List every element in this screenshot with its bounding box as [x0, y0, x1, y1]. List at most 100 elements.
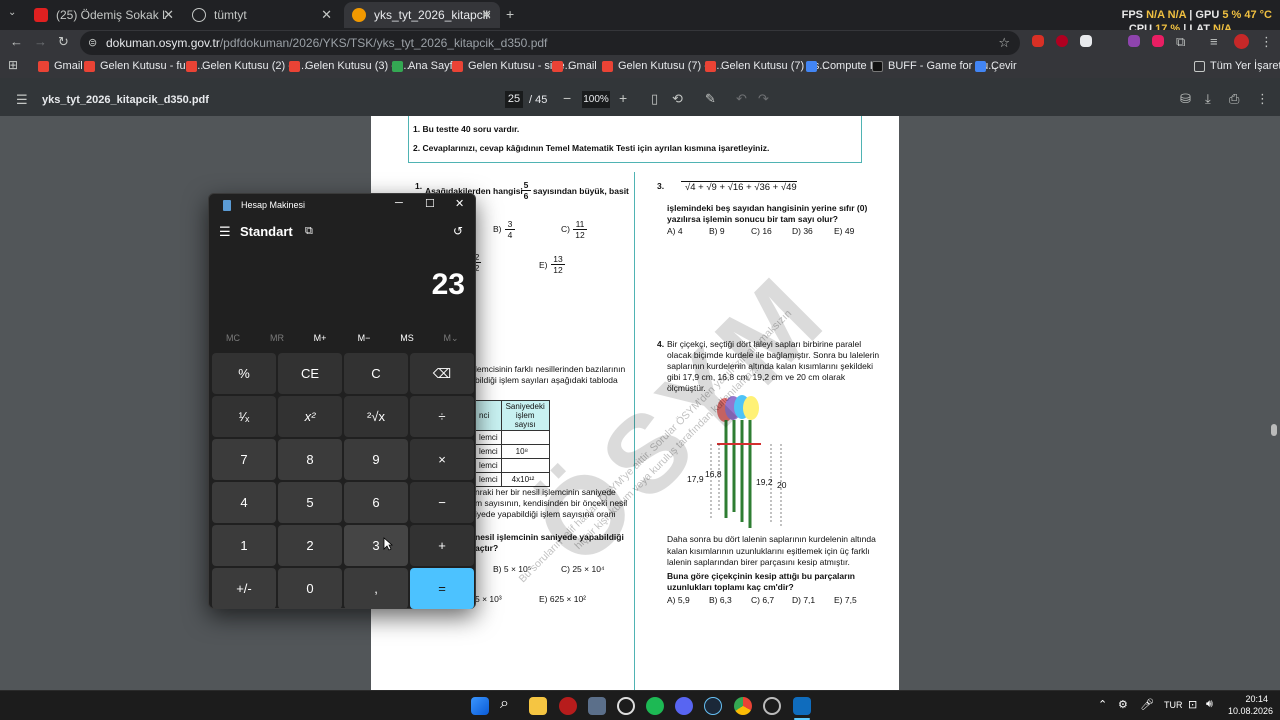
steam-icon[interactable]	[704, 697, 722, 715]
fit-page-icon[interactable]: ▯	[651, 91, 658, 107]
scrollbar-thumb[interactable]	[1271, 424, 1277, 436]
calculator-taskbar-icon[interactable]	[793, 697, 811, 715]
volume-icon[interactable]: 🔊︎	[1206, 698, 1213, 711]
minimize-icon[interactable]: ─	[395, 197, 403, 209]
memory-add-button[interactable]: M+	[300, 333, 340, 343]
reload-icon[interactable]: ↻	[58, 34, 69, 50]
redo-icon[interactable]: ↷	[758, 91, 769, 107]
menu-hamburger-icon[interactable]: ☰	[16, 92, 28, 108]
tab-tumtyt[interactable]: tümtyt ✕	[184, 2, 340, 28]
memory-clear-button[interactable]: MC	[213, 333, 253, 343]
clock-date[interactable]: 10.08.2026	[1228, 706, 1273, 716]
windows-start-icon[interactable]	[471, 697, 489, 715]
page-number-input[interactable]: 25	[505, 91, 523, 108]
drive-save-icon[interactable]: ⛁	[1180, 91, 1191, 107]
discord-icon[interactable]	[675, 697, 693, 715]
zoom-input[interactable]: 100%	[582, 91, 610, 108]
language-indicator[interactable]: TUR	[1164, 700, 1183, 710]
profile-avatar[interactable]	[1234, 34, 1249, 49]
search-icon[interactable]: ⌕	[500, 695, 509, 713]
digit-6-button[interactable]: 6	[344, 482, 408, 523]
store-icon[interactable]	[588, 697, 606, 715]
percent-button[interactable]: %	[212, 353, 276, 394]
star-icon[interactable]: ☆	[998, 31, 1010, 55]
memory-store-button[interactable]: MS	[387, 333, 427, 343]
close-icon[interactable]: ✕	[163, 7, 174, 23]
divide-button[interactable]: ÷	[410, 396, 474, 437]
square-button[interactable]: x²	[278, 396, 342, 437]
multiply-button[interactable]: ×	[410, 439, 474, 480]
memory-recall-button[interactable]: MR	[257, 333, 297, 343]
navigation-menu-icon[interactable]: ☰	[219, 224, 231, 240]
bookmark-item[interactable]: Gmail	[38, 60, 83, 72]
file-explorer-icon[interactable]	[529, 697, 547, 715]
chevron-up-icon[interactable]: ⌃	[1098, 698, 1107, 711]
digit-2-button[interactable]: 2	[278, 525, 342, 566]
download-icon[interactable]: ⤓	[1205, 91, 1211, 107]
back-icon[interactable]: ←	[10, 34, 23, 49]
subtract-button[interactable]: −	[410, 482, 474, 523]
tab-search-chevron-icon[interactable]: ⌄	[8, 7, 16, 18]
app-icon[interactable]	[763, 697, 781, 715]
spotify-icon[interactable]	[646, 697, 664, 715]
extension-icon[interactable]	[1032, 35, 1044, 47]
bookmark-item[interactable]: Compute It	[806, 60, 876, 72]
digit-4-button[interactable]: 4	[212, 482, 276, 523]
extension-icon[interactable]	[1080, 35, 1092, 47]
history-icon[interactable]: ↺	[453, 224, 463, 238]
clear-entry-button[interactable]: CE	[278, 353, 342, 394]
network-icon[interactable]: ⊡	[1188, 698, 1197, 711]
rotate-icon[interactable]: ⟲	[672, 91, 683, 107]
reading-list-icon[interactable]: ≡	[1210, 34, 1218, 49]
digit-9-button[interactable]: 9	[344, 439, 408, 480]
close-icon[interactable]: ✕	[455, 197, 464, 210]
digit-7-button[interactable]: 7	[212, 439, 276, 480]
zoom-out-icon[interactable]: −	[563, 90, 571, 106]
extension-icon[interactable]	[1056, 35, 1068, 47]
address-bar[interactable]: ⊜ dokuman.osym.gov.tr/pdfdokuman/2026/YK…	[80, 31, 1020, 55]
decimal-button[interactable]: ,	[344, 568, 408, 609]
calculator-window[interactable]: Hesap Makinesi ─ ☐ ✕ ☰ Standart ⧉ ↺ 23 M…	[208, 193, 476, 609]
more-options-icon[interactable]: ⋮	[1256, 91, 1269, 107]
memory-subtract-button[interactable]: M−	[344, 333, 384, 343]
site-info-icon[interactable]: ⊜	[88, 31, 97, 55]
digit-3-button[interactable]: 3	[344, 525, 408, 566]
negate-button[interactable]: +/-	[212, 568, 276, 609]
scrollbar[interactable]	[1271, 120, 1277, 686]
backspace-button[interactable]: ⌫	[410, 353, 474, 394]
print-icon[interactable]: ⎙	[1229, 91, 1239, 107]
forward-icon[interactable]: →	[34, 34, 47, 49]
zoom-in-icon[interactable]: +	[619, 90, 627, 106]
apps-grid-icon[interactable]: ⊞	[8, 58, 18, 72]
extension-icon[interactable]	[1128, 35, 1140, 47]
all-bookmarks-folder[interactable]: Tüm Yer İşaretleri	[1194, 60, 1280, 72]
equals-button[interactable]: =	[410, 568, 474, 609]
bookmark-item[interactable]: Gmail	[552, 60, 597, 72]
chrome-icon[interactable]	[734, 697, 752, 715]
keep-on-top-icon[interactable]: ⧉	[305, 225, 313, 238]
reciprocal-button[interactable]: ¹⁄ₓ	[212, 396, 276, 437]
microphone-icon[interactable]: 🎤︎	[1140, 698, 1154, 711]
digit-5-button[interactable]: 5	[278, 482, 342, 523]
clear-button[interactable]: C	[344, 353, 408, 394]
settings-gear-icon[interactable]	[617, 697, 635, 715]
annotate-icon[interactable]: ✎	[705, 91, 716, 107]
app-icon[interactable]	[559, 697, 577, 715]
bookmark-item[interactable]: Ana Sayfa	[392, 60, 459, 72]
add-button[interactable]: +	[410, 525, 474, 566]
maximize-icon[interactable]: ☐	[425, 197, 435, 210]
undo-icon[interactable]: ↶	[736, 91, 747, 107]
digit-1-button[interactable]: 1	[212, 525, 276, 566]
close-icon[interactable]: ✕	[481, 7, 492, 23]
new-tab-icon[interactable]: +	[506, 6, 514, 22]
digit-8-button[interactable]: 8	[278, 439, 342, 480]
tab-youtube[interactable]: (25) Ödemiş Sokak Lezzetleri | ✕	[26, 2, 182, 28]
close-icon[interactable]: ✕	[321, 7, 332, 23]
tab-pdf[interactable]: yks_tyt_2026_kitapcik_d350.pdf ✕	[344, 2, 500, 28]
tray-app-icon[interactable]: ⚙	[1118, 698, 1128, 711]
clock-time[interactable]: 20:14	[1228, 694, 1268, 704]
extensions-puzzle-icon[interactable]: ⧉	[1176, 34, 1185, 50]
menu-kebab-icon[interactable]: ⋮	[1260, 34, 1273, 50]
memory-list-button[interactable]: M⌄	[431, 333, 471, 344]
square-root-button[interactable]: ²√x	[344, 396, 408, 437]
